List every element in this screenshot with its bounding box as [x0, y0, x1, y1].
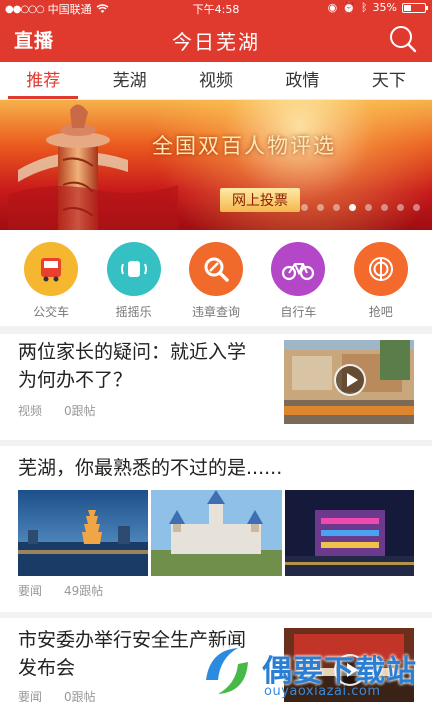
watermark-logo [201, 645, 253, 697]
service-label: 摇摇乐 [115, 305, 152, 319]
banner-dot[interactable] [317, 204, 324, 211]
banner-dot[interactable] [349, 204, 356, 211]
bicycle-icon [271, 242, 326, 296]
news-image-pagoda [18, 490, 148, 576]
alarm-icon: ⏰ [342, 1, 356, 14]
search-icon[interactable] [388, 24, 418, 54]
news-category: 视频 [18, 404, 43, 418]
watermark-url: ouyaoxiazai.com [264, 684, 381, 699]
news-meta: 要闻 49跟帖 [18, 582, 103, 599]
grab-icon [353, 242, 408, 296]
service-bicycle[interactable]: 自行车 [263, 236, 333, 326]
news-meta: 要闻 0跟帖 [18, 688, 96, 702]
service-grab[interactable]: 抢吧 [346, 236, 416, 326]
tab-recommend[interactable]: 推荐 [0, 62, 86, 99]
play-button-icon[interactable] [334, 364, 366, 396]
status-right: ◉ ⏰ ᛒ 35% [327, 1, 428, 14]
news-image-night-building [285, 490, 414, 576]
service-violation-search[interactable]: 违章查询 [181, 236, 251, 326]
news-item[interactable]: 两位家长的疑问：就近入学 为何办不了？ 视频 0跟帖 [0, 334, 432, 440]
banner-dot[interactable] [333, 204, 340, 211]
status-bar: ●●○○○ 中国联通 下午4:58 ◉ ⏰ ᛒ 35% [0, 0, 432, 16]
battery-icon [402, 2, 428, 13]
news-item[interactable]: 芜湖，你最熟悉的不过的是...... 要闻 49跟帖 [0, 446, 432, 612]
news-meta: 视频 0跟帖 [18, 402, 96, 419]
news-comments: 0跟帖 [64, 690, 96, 702]
rotation-lock-icon: ◉ [327, 1, 338, 14]
news-category: 要闻 [18, 690, 43, 702]
promo-banner[interactable]: 全国双百人物评选 网上投票 [0, 100, 432, 230]
news-title: 芜湖，你最熟悉的不过的是...... [18, 457, 283, 479]
banner-dot[interactable] [301, 204, 308, 211]
banner-dot[interactable] [397, 204, 404, 211]
news-image-castle [151, 490, 282, 576]
service-label: 自行车 [280, 305, 317, 319]
service-shake[interactable]: 摇摇乐 [99, 236, 169, 326]
tab-video[interactable]: 视频 [173, 62, 259, 99]
shake-hand-icon [106, 242, 161, 296]
service-label: 抢吧 [368, 305, 393, 319]
huabiao-pillar-illustration [8, 104, 178, 230]
banner-dot[interactable] [413, 204, 420, 211]
quick-services: 公交车 摇摇乐 违章查询 自行车 抢吧 [0, 236, 432, 326]
bluetooth-icon: ᛒ [360, 1, 368, 14]
service-bus[interactable]: 公交车 [16, 236, 86, 326]
section-divider [0, 326, 432, 334]
service-label: 公交车 [33, 305, 70, 319]
service-label: 违章查询 [191, 305, 240, 319]
tab-world[interactable]: 天下 [346, 62, 432, 99]
violation-search-icon [188, 242, 243, 296]
bus-icon [24, 242, 79, 296]
category-tabs: 推荐 芜湖 视频 政情 天下 [0, 62, 432, 100]
app-header: 直播 今日芜湖 [0, 16, 432, 62]
battery-fill [404, 4, 411, 11]
battery-percent: 35% [372, 1, 397, 14]
vote-online-button[interactable]: 网上投票 [220, 188, 300, 212]
tab-wuhu[interactable]: 芜湖 [86, 62, 172, 99]
white-doves-icon [350, 228, 416, 230]
news-thumbnail [284, 340, 414, 424]
news-title: 为何办不了？ [18, 369, 133, 391]
tab-politics[interactable]: 政情 [259, 62, 345, 99]
news-comments: 49跟帖 [64, 584, 104, 598]
app-title: 今日芜湖 [172, 30, 260, 54]
news-category: 要闻 [18, 584, 43, 598]
news-title: 两位家长的疑问：就近入学 [18, 341, 247, 363]
banner-dot[interactable] [381, 204, 388, 211]
banner-headline: 全国双百人物评选 [152, 134, 336, 158]
news-comments: 0跟帖 [64, 404, 96, 418]
site-watermark: 偶要下载站 ouyaoxiazai.com [196, 640, 432, 702]
banner-dot[interactable] [365, 204, 372, 211]
banner-pagination [301, 204, 420, 211]
